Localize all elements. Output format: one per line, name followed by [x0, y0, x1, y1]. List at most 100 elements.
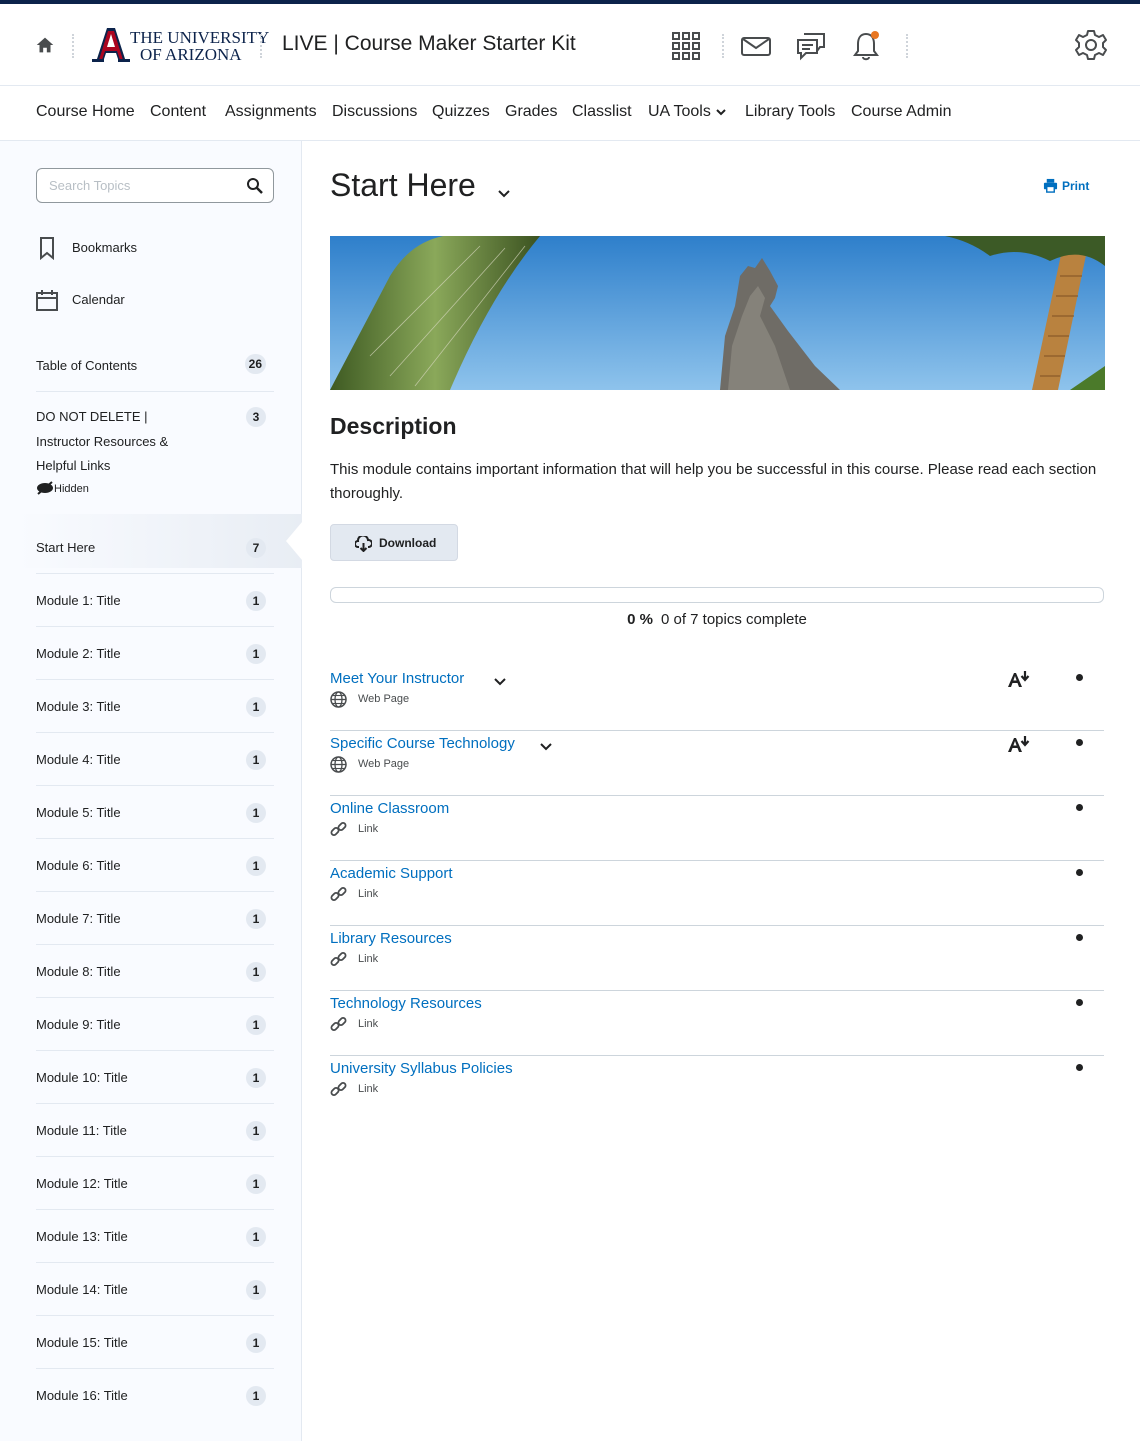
- print-button[interactable]: Print: [1043, 178, 1089, 193]
- module-item[interactable]: Module 1: Title 1: [36, 591, 274, 613]
- completion-status-dot: [1076, 869, 1083, 876]
- readspeaker-icon[interactable]: [1006, 670, 1032, 690]
- progress-summary: 0 % 0 of 7 topics complete: [0, 611, 1140, 628]
- chat-bubbles-icon[interactable]: [795, 30, 827, 62]
- hidden-label: Hidden: [54, 483, 89, 495]
- nav-classlist[interactable]: Classlist: [572, 103, 632, 121]
- nav-course-home[interactable]: Course Home: [36, 103, 135, 121]
- nav-assignments[interactable]: Assignments: [225, 103, 317, 121]
- module-label: Module 2: Title: [36, 646, 121, 661]
- module-label: Module 6: Title: [36, 858, 121, 873]
- print-label: Print: [1062, 179, 1090, 193]
- search-topics-input[interactable]: Search Topics: [36, 168, 274, 203]
- settings-gear-icon[interactable]: [1074, 28, 1108, 62]
- topic-title-link[interactable]: Meet Your Instructor: [330, 670, 464, 687]
- topic-row: Technology Resources Link: [330, 991, 1104, 1056]
- module-label: Module 12: Title: [36, 1176, 128, 1191]
- chevron-down-icon[interactable]: [496, 185, 512, 201]
- module-item[interactable]: Module 6: Title 1: [36, 856, 274, 878]
- module-item-hidden[interactable]: DO NOT DELETE | Instructor Resources & H…: [36, 407, 274, 499]
- nav-content[interactable]: Content: [150, 103, 206, 121]
- module-count-badge: 1: [246, 1280, 266, 1300]
- table-of-contents-item[interactable]: Table of Contents 26: [36, 354, 274, 377]
- topic-title-link[interactable]: Online Classroom: [330, 800, 449, 817]
- module-count-badge: 1: [246, 750, 266, 770]
- module-label: Module 3: Title: [36, 699, 121, 714]
- divider: [36, 1050, 274, 1051]
- toc-label: Table of Contents: [36, 358, 138, 373]
- module-item[interactable]: Module 12: Title 1: [36, 1174, 274, 1196]
- chevron-down-icon: [716, 109, 726, 116]
- module-item[interactable]: Module 14: Title 1: [36, 1280, 274, 1302]
- nav-ua-tools-label: UA Tools: [648, 103, 711, 120]
- notification-bell-icon[interactable]: [850, 30, 882, 62]
- topic-title-link[interactable]: University Syllabus Policies: [330, 1060, 513, 1077]
- link-chain-icon: [330, 887, 347, 901]
- module-count-badge: 1: [246, 1068, 266, 1088]
- university-logo[interactable]: THE UNIVERSITY OF ARIZONA: [90, 26, 269, 66]
- module-count-badge: 1: [246, 962, 266, 982]
- module-label: Module 15: Title: [36, 1335, 128, 1350]
- toc-count-badge: 26: [244, 354, 266, 374]
- nav-library-tools[interactable]: Library Tools: [745, 103, 835, 121]
- cloud-download-icon: [355, 536, 372, 552]
- topic-row: Library Resources Link: [330, 926, 1104, 991]
- module-title-line3: Helpful Links: [36, 458, 111, 473]
- module-item[interactable]: Module 16: Title 1: [36, 1386, 274, 1408]
- completion-status-dot: [1076, 934, 1083, 941]
- nav-ua-tools[interactable]: UA Tools: [648, 103, 727, 121]
- topic-title-link[interactable]: Academic Support: [330, 865, 453, 882]
- topic-title-link[interactable]: Library Resources: [330, 930, 452, 947]
- chevron-down-icon[interactable]: [539, 739, 553, 753]
- module-count-badge: 1: [246, 591, 266, 611]
- course-selector-grid-icon[interactable]: [670, 30, 702, 62]
- course-title[interactable]: LIVE | Course Maker Starter Kit: [282, 32, 576, 56]
- divider: [36, 997, 274, 998]
- module-count-badge: 1: [246, 1227, 266, 1247]
- nav-grades[interactable]: Grades: [505, 103, 557, 121]
- page-title: Start Here: [330, 167, 476, 203]
- module-item[interactable]: Module 11: Title 1: [36, 1121, 274, 1143]
- hidden-status: Hidden: [36, 481, 89, 495]
- module-item[interactable]: Module 8: Title 1: [36, 962, 274, 984]
- module-item[interactable]: Module 4: Title 1: [36, 750, 274, 772]
- nav-quizzes[interactable]: Quizzes: [432, 103, 490, 121]
- topic-row: University Syllabus Policies Link: [330, 1056, 1104, 1121]
- module-item[interactable]: Module 13: Title 1: [36, 1227, 274, 1249]
- divider: [36, 1209, 274, 1210]
- module-item-start-here[interactable]: Start Here 7: [36, 538, 274, 560]
- email-icon[interactable]: [740, 30, 772, 62]
- divider: [36, 1262, 274, 1263]
- divider: [36, 891, 274, 892]
- divider: [36, 391, 274, 392]
- download-label: Download: [379, 536, 437, 550]
- module-item[interactable]: Module 10: Title 1: [36, 1068, 274, 1090]
- module-item[interactable]: Module 3: Title 1: [36, 697, 274, 719]
- readspeaker-icon[interactable]: [1006, 735, 1032, 755]
- printer-icon: [1043, 178, 1058, 193]
- home-icon[interactable]: [34, 34, 56, 56]
- chevron-down-icon[interactable]: [493, 674, 507, 688]
- module-label: Module 4: Title: [36, 752, 121, 767]
- course-navbar: Course Home Content Assignments Discussi…: [0, 87, 1140, 141]
- module-count-badge: 1: [246, 644, 266, 664]
- divider: [36, 1156, 274, 1157]
- module-item[interactable]: Module 2: Title 1: [36, 644, 274, 666]
- nav-course-admin[interactable]: Course Admin: [851, 103, 952, 121]
- module-banner-image: [330, 236, 1105, 390]
- module-item[interactable]: Module 7: Title 1: [36, 909, 274, 931]
- module-count-badge: 1: [246, 1121, 266, 1141]
- module-count-badge: 1: [246, 909, 266, 929]
- nav-discussions[interactable]: Discussions: [332, 103, 417, 121]
- notification-dot: [871, 31, 879, 39]
- topic-title-link[interactable]: Specific Course Technology: [330, 735, 515, 752]
- module-count-badge: 1: [246, 1015, 266, 1035]
- search-icon[interactable]: [246, 177, 264, 195]
- module-item[interactable]: Module 15: Title 1: [36, 1333, 274, 1355]
- module-count-badge: 1: [246, 856, 266, 876]
- download-button[interactable]: Download: [330, 524, 458, 561]
- topic-title-link[interactable]: Technology Resources: [330, 995, 482, 1012]
- description-text: This module contains important informati…: [330, 461, 1097, 502]
- module-item[interactable]: Module 9: Title 1: [36, 1015, 274, 1037]
- module-item[interactable]: Module 5: Title 1: [36, 803, 274, 825]
